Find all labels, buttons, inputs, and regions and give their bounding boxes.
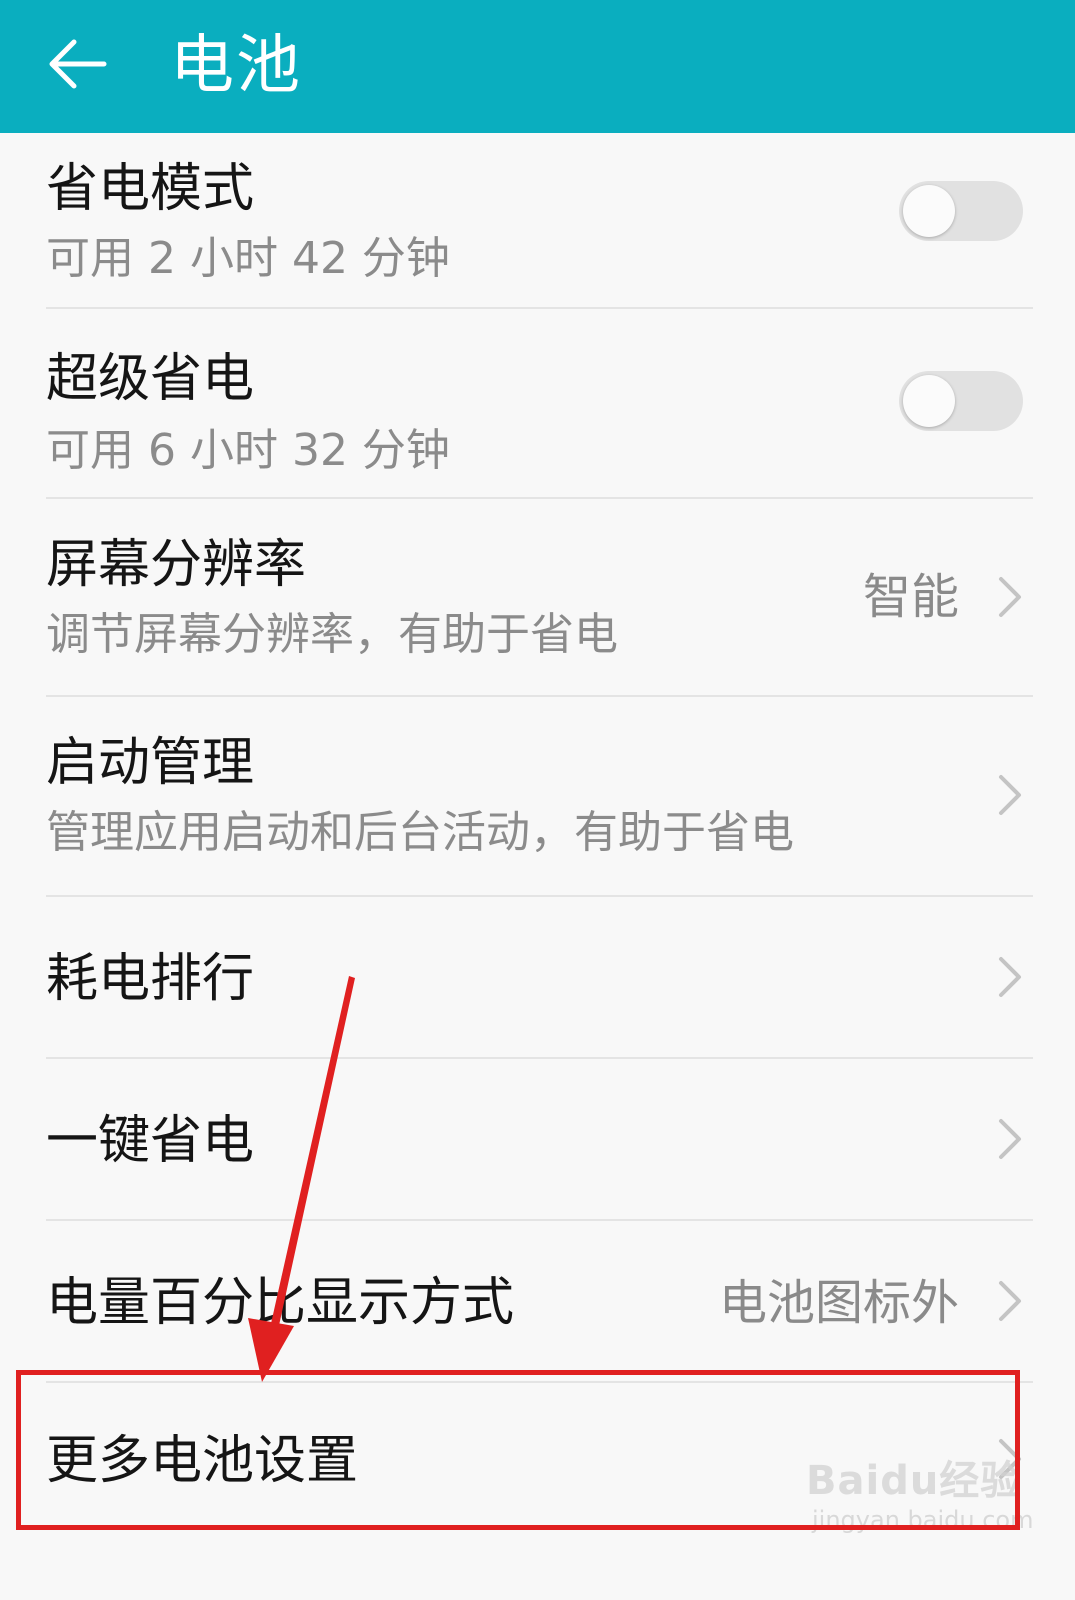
row-title: 一键省电 bbox=[46, 1111, 255, 1171]
chevron-right-icon bbox=[999, 1119, 1021, 1159]
row-title: 省电模式 bbox=[46, 159, 255, 219]
highlight-box bbox=[16, 1370, 1020, 1530]
power-saving-toggle[interactable] bbox=[899, 181, 1023, 241]
back-arrow-icon[interactable] bbox=[44, 30, 112, 98]
row-screen-resolution[interactable]: 屏幕分辨率 调节屏幕分辨率，有助于省电 智能 bbox=[0, 499, 1075, 697]
row-subtitle: 调节屏幕分辨率，有助于省电 bbox=[46, 609, 618, 660]
row-subtitle: 管理应用启动和后台活动，有助于省电 bbox=[46, 807, 794, 858]
row-subtitle: 可用 2 小时 42 分钟 bbox=[46, 233, 450, 284]
toggle-knob bbox=[903, 185, 955, 237]
chevron-right-icon bbox=[999, 957, 1021, 997]
row-value: 电池图标外 bbox=[718, 1275, 959, 1331]
row-battery-percentage-display[interactable]: 电量百分比显示方式 电池图标外 bbox=[0, 1221, 1075, 1383]
page-title: 电池 bbox=[170, 29, 302, 103]
row-title: 启动管理 bbox=[46, 733, 255, 793]
chevron-right-icon bbox=[999, 577, 1021, 617]
row-subtitle: 可用 6 小时 32 分钟 bbox=[46, 425, 450, 476]
row-one-tap-power-saving[interactable]: 一键省电 bbox=[0, 1059, 1075, 1221]
row-title: 超级省电 bbox=[46, 349, 255, 409]
row-title: 耗电排行 bbox=[46, 949, 255, 1009]
app-bar: 电池 bbox=[0, 0, 1075, 133]
toggle-knob bbox=[903, 375, 955, 427]
super-power-saving-toggle[interactable] bbox=[899, 371, 1023, 431]
row-title: 电量百分比显示方式 bbox=[46, 1273, 515, 1333]
row-power-consumption-ranking[interactable]: 耗电排行 bbox=[0, 897, 1075, 1059]
row-power-saving-mode[interactable]: 省电模式 可用 2 小时 42 分钟 bbox=[0, 133, 1075, 309]
chevron-right-icon bbox=[999, 1281, 1021, 1321]
row-value: 智能 bbox=[862, 569, 959, 625]
row-title: 屏幕分辨率 bbox=[46, 535, 307, 595]
row-startup-management[interactable]: 启动管理 管理应用启动和后台活动，有助于省电 bbox=[0, 697, 1075, 897]
row-super-power-saving[interactable]: 超级省电 可用 6 小时 32 分钟 bbox=[0, 309, 1075, 499]
chevron-right-icon bbox=[999, 775, 1021, 815]
